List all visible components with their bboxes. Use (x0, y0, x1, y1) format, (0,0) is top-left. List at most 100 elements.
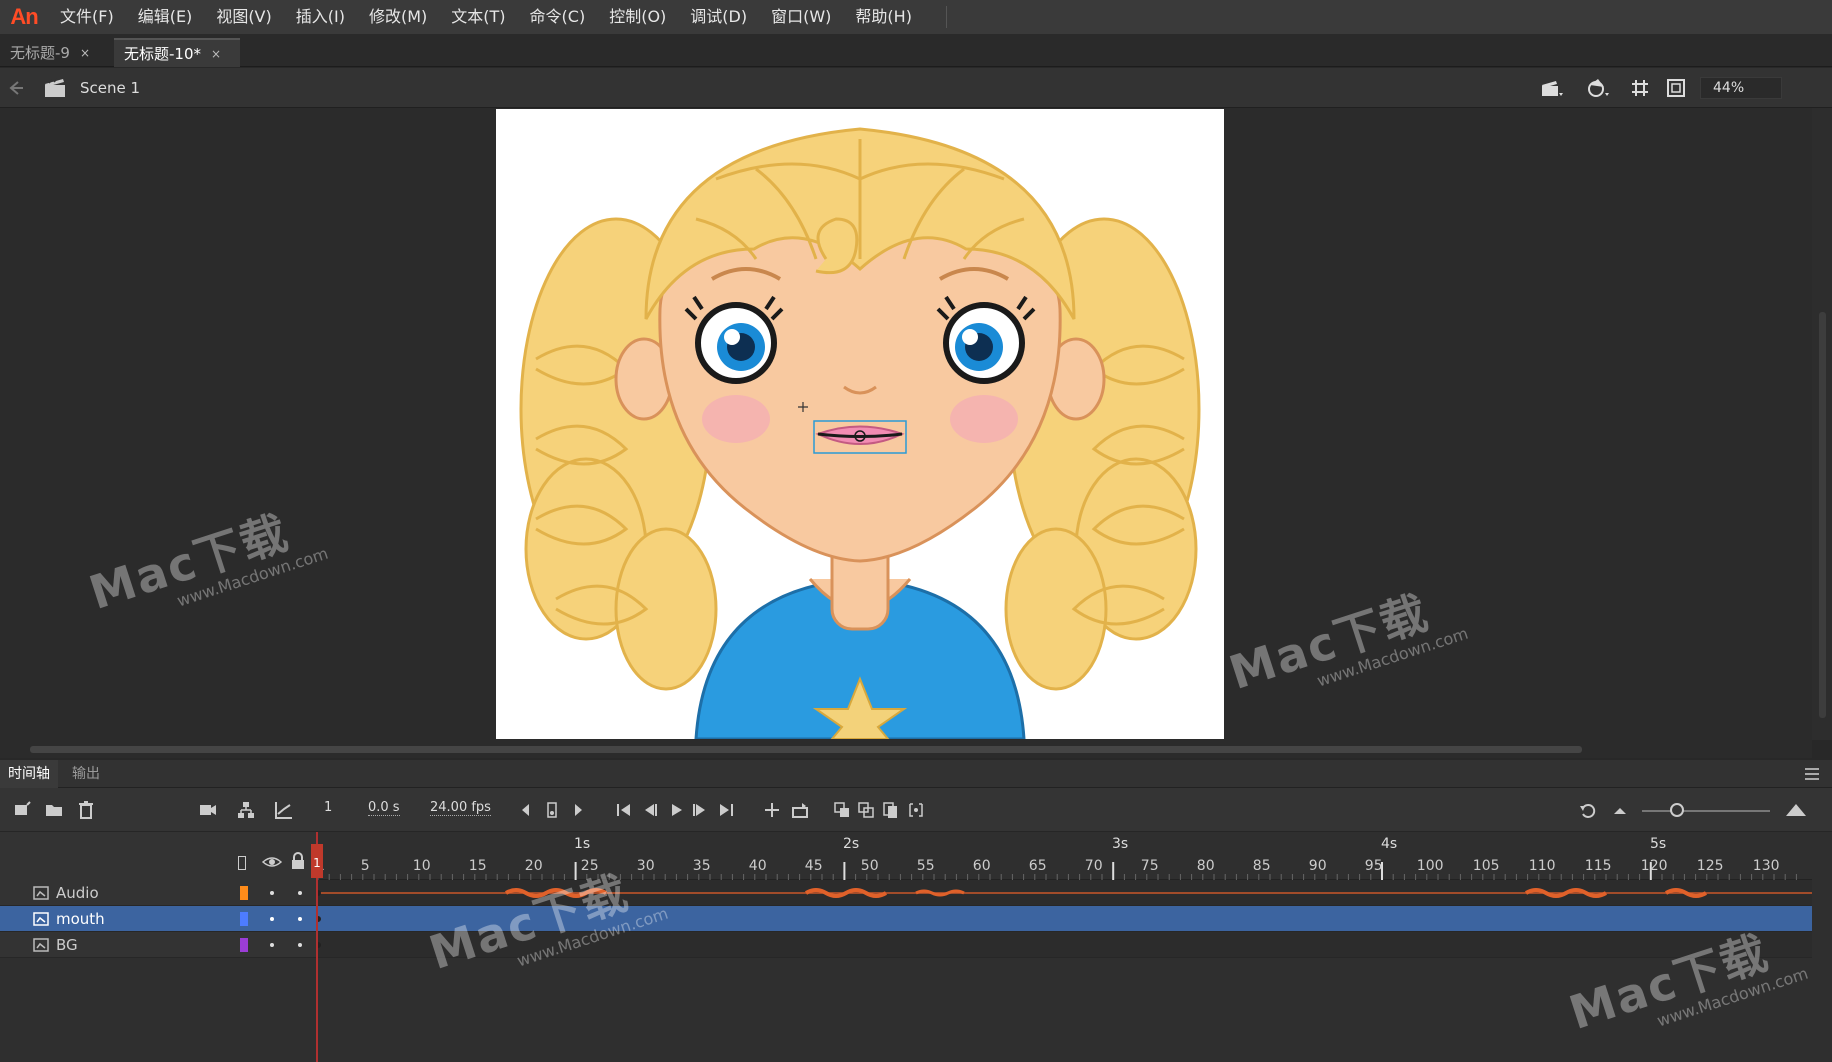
menu-insert[interactable]: 插入(I) (284, 0, 357, 34)
menu-file[interactable]: 文件(F) (48, 0, 126, 34)
menu-text[interactable]: 文本(T) (439, 0, 517, 34)
edit-symbols-icon[interactable] (1586, 76, 1610, 100)
stage-canvas[interactable] (496, 109, 1224, 739)
scene-name[interactable]: Scene 1 (80, 79, 140, 97)
layer-row-bg[interactable]: BG (0, 932, 316, 958)
keyframe-marker (315, 942, 321, 948)
scroll-thumb[interactable] (1819, 312, 1826, 718)
next-keyframe-icon[interactable] (568, 800, 588, 820)
new-folder-icon[interactable] (44, 800, 64, 820)
stage-horizontal-scrollbar[interactable] (0, 740, 1812, 758)
edit-scene-icon[interactable] (1540, 76, 1564, 100)
graph-icon[interactable] (274, 800, 294, 820)
onion-skin-icon[interactable] (832, 800, 852, 820)
zoom-slider-track[interactable] (1642, 810, 1770, 812)
lock-dot[interactable] (298, 943, 302, 947)
ruler-frame-label: 115 (1584, 858, 1612, 874)
layer-color-swatch[interactable] (240, 912, 248, 926)
insert-keyframe-icon[interactable] (542, 800, 562, 820)
layer-color-swatch[interactable] (240, 938, 248, 952)
menu-modify[interactable]: 修改(M) (357, 0, 439, 34)
ruler-frame-label: 90 (1308, 858, 1327, 874)
center-frame-icon[interactable] (762, 800, 782, 820)
layer-parenting-icon[interactable] (236, 800, 256, 820)
track-bg[interactable] (315, 932, 1812, 958)
stage-vertical-scrollbar[interactable] (1812, 108, 1832, 740)
lock-dot[interactable] (298, 917, 302, 921)
close-icon[interactable]: × (80, 46, 90, 60)
layer-name[interactable]: mouth (56, 910, 105, 928)
tab-untitled-9[interactable]: 无标题-9 × (0, 38, 112, 67)
layer-color-swatch[interactable] (240, 886, 248, 900)
lock-icon[interactable] (290, 852, 306, 874)
clapperboard-icon (44, 78, 66, 98)
loop-icon[interactable] (790, 800, 810, 820)
layer-icon (32, 885, 50, 901)
play-icon[interactable] (666, 800, 686, 820)
snap-to-grid-icon[interactable] (1628, 76, 1652, 100)
onion-skin-outline-icon[interactable] (856, 800, 876, 820)
app-logo: An (10, 4, 38, 29)
visibility-dot[interactable] (270, 943, 274, 947)
edit-multiple-frames-icon[interactable] (880, 800, 900, 820)
panel-menu-icon[interactable] (1804, 766, 1820, 780)
step-forward-icon[interactable] (690, 800, 710, 820)
track-audio[interactable] (315, 880, 1812, 906)
go-to-first-frame-icon[interactable] (614, 800, 634, 820)
tab-timeline[interactable]: 时间轴 (0, 760, 58, 788)
visibility-dot[interactable] (270, 891, 274, 895)
layer-list: Audio mouth BG (0, 880, 316, 958)
ruler-frame-label: 15 (468, 858, 487, 874)
current-frame[interactable]: 1 (324, 800, 332, 815)
ruler-frame-label: 110 (1528, 858, 1556, 874)
frame-tracks (315, 880, 1812, 958)
zoom-slider-handle[interactable] (1670, 803, 1684, 817)
outline-toggle-icon[interactable] (238, 856, 246, 870)
go-to-last-frame-icon[interactable] (716, 800, 736, 820)
visibility-dot[interactable] (270, 917, 274, 921)
lock-dot[interactable] (298, 891, 302, 895)
ruler-frame-label: 50 (860, 858, 879, 874)
menu-window[interactable]: 窗口(W) (759, 0, 843, 34)
menu-edit[interactable]: 编辑(E) (126, 0, 205, 34)
menu-debug[interactable]: 调试(D) (678, 0, 759, 34)
ruler-frame-label: 80 (1196, 858, 1215, 874)
new-layer-icon[interactable] (12, 800, 32, 820)
animate-window: An 文件(F) 编辑(E) 视图(V) 插入(I) 修改(M) 文本(T) 命… (0, 0, 1832, 1062)
playhead-marker[interactable]: 1 (311, 844, 323, 878)
ruler-frame-label: 10 (412, 858, 431, 874)
prev-keyframe-icon[interactable] (516, 800, 536, 820)
frame-ruler[interactable]: 1s 2s 3s 4s 5s 1510152025303540455055606… (316, 832, 1812, 880)
layer-row-mouth[interactable]: mouth (0, 906, 316, 932)
layer-name[interactable]: BG (56, 936, 78, 954)
layer-name[interactable]: Audio (56, 884, 99, 902)
ruler-frame-label: 20 (524, 858, 543, 874)
menu-control[interactable]: 控制(O) (597, 0, 678, 34)
clip-content-icon[interactable] (1664, 76, 1688, 100)
back-arrow-icon[interactable] (6, 78, 26, 98)
tab-output[interactable]: 输出 (64, 760, 108, 788)
zoom-in-icon[interactable] (1784, 800, 1806, 820)
elapsed-time[interactable]: 0.0 s (368, 800, 400, 816)
frame-rate[interactable]: 24.00 fps (430, 800, 491, 816)
timeline-panel: Audio mouth BG 1s 2s 3s 4s 5s 5 10 15 20… (0, 832, 1832, 1062)
menu-commands[interactable]: 命令(C) (518, 0, 598, 34)
layer-row-audio[interactable]: Audio (0, 880, 316, 906)
camera-icon[interactable] (198, 800, 218, 820)
menu-help[interactable]: 帮助(H) (843, 0, 924, 34)
step-back-icon[interactable] (640, 800, 660, 820)
visibility-eye-icon[interactable] (261, 854, 283, 874)
delete-layer-icon[interactable] (76, 800, 96, 820)
undo-scrub-icon[interactable] (1578, 800, 1598, 820)
menu-view[interactable]: 视图(V) (204, 0, 283, 34)
tab-untitled-10[interactable]: 无标题-10* × (114, 38, 240, 67)
ruler-frame-label: 25 (580, 858, 599, 874)
zoom-out-icon[interactable] (1610, 800, 1630, 820)
modify-markers-icon[interactable] (906, 800, 926, 820)
scroll-thumb[interactable] (30, 746, 1582, 753)
ruler-frame-label: 105 (1472, 858, 1500, 874)
close-icon[interactable]: × (211, 47, 221, 61)
zoom-select[interactable]: 44% (1700, 77, 1782, 99)
track-mouth[interactable] (315, 906, 1812, 932)
stage-area[interactable] (0, 108, 1812, 740)
